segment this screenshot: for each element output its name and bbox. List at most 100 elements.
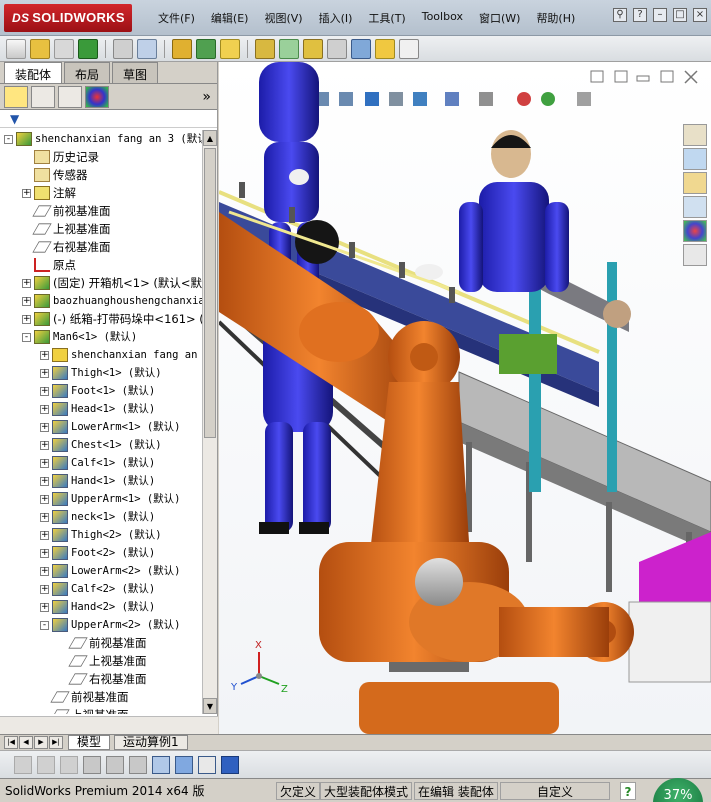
options-icon[interactable] (172, 38, 192, 59)
collapse-icon[interactable]: - (4, 134, 13, 144)
expand-icon[interactable]: + (40, 548, 49, 558)
tree-item[interactable]: + Thigh<2> (默认) (0, 526, 203, 544)
tree-item[interactable]: - UpperArm<2> (默认) (0, 616, 203, 634)
tree-item[interactable]: 前视基准面 (0, 688, 203, 706)
scroll-thumb[interactable] (204, 148, 216, 438)
drawing-icon[interactable] (279, 38, 299, 59)
tree-vertical-scrollbar[interactable]: ▲ ▼ (202, 130, 217, 714)
help-icon[interactable]: ? (633, 8, 647, 22)
open-icon[interactable] (30, 38, 50, 59)
paperclip-icon[interactable] (54, 38, 74, 59)
tree-item[interactable]: + UpperArm<1> (默认) (0, 490, 203, 508)
expand-icon[interactable]: + (22, 278, 31, 288)
tree-item[interactable]: 上视基准面 (0, 652, 203, 670)
wrench-icon[interactable] (327, 38, 347, 59)
tree-item[interactable]: + 注解 (0, 184, 203, 202)
adjust-icon[interactable] (129, 755, 147, 774)
menu-item-0[interactable]: 文件(F) (150, 8, 203, 28)
menu-item-4[interactable]: 工具(T) (360, 8, 413, 28)
help-status-icon[interactable]: ? (620, 782, 636, 800)
tree-item[interactable]: + shenchanxian fang an 3 (0, 346, 203, 364)
green-tool-icon[interactable] (196, 38, 216, 59)
expand-icon[interactable]: + (22, 188, 31, 198)
bottom-tab-1[interactable]: 运动算例1 (114, 735, 188, 750)
expand-icon[interactable]: + (22, 296, 31, 306)
tree-item[interactable]: 右视基准面 (0, 670, 203, 688)
box-view-icon[interactable] (175, 755, 193, 774)
pin-icon[interactable]: ⚲ (613, 8, 627, 22)
smart-fastener-icon[interactable] (303, 38, 323, 59)
panel-tab-0[interactable]: 装配体 (4, 62, 63, 83)
solidworks-logo[interactable]: DS SOLIDWORKS (4, 4, 132, 32)
list-icon[interactable] (83, 755, 101, 774)
sparkle-icon[interactable] (220, 38, 240, 59)
display-manager-icon[interactable] (85, 85, 109, 108)
expand-icon[interactable]: + (40, 458, 49, 468)
expand-icon[interactable]: + (40, 368, 49, 378)
gear-icon[interactable] (255, 38, 275, 59)
expand-icon[interactable]: + (40, 530, 49, 540)
tree-item[interactable]: + baozhuanghoushengchanxian< (0, 292, 203, 310)
configuration-manager-icon[interactable] (58, 85, 82, 108)
home-icon[interactable] (683, 124, 707, 146)
bottom-tab-0[interactable]: 模型 (68, 735, 111, 750)
tree-item[interactable]: 右视基准面 (0, 238, 203, 256)
view-icon[interactable] (137, 38, 157, 59)
table-view-icon[interactable] (198, 755, 216, 774)
save-icon[interactable] (221, 755, 239, 774)
design-library-icon[interactable] (683, 148, 707, 170)
viewport-window-controls[interactable] (590, 70, 698, 84)
tree-item[interactable]: + Foot<1> (默认) (0, 382, 203, 400)
tree-item[interactable]: 上视基准面 (0, 706, 203, 714)
filter-bar[interactable]: ▼ (0, 110, 217, 128)
tree-item[interactable]: + LowerArm<1> (默认) (0, 418, 203, 436)
expand-icon[interactable]: + (22, 314, 31, 324)
tree-item[interactable]: - Man6<1> (默认) (0, 328, 203, 346)
next-tab-icon[interactable]: ▶ (34, 736, 48, 749)
panel-expand-icon[interactable]: » (202, 89, 211, 105)
tree-item[interactable]: + Hand<2> (默认) (0, 598, 203, 616)
filter-icon[interactable]: ▼ (10, 112, 19, 126)
menu-item-2[interactable]: 视图(V) (256, 8, 310, 28)
file-explorer-icon[interactable] (683, 172, 707, 194)
expand-icon[interactable]: + (40, 476, 49, 486)
custom-properties-icon[interactable] (683, 244, 707, 266)
status-large-assembly[interactable]: 大型装配体模式 (320, 782, 413, 800)
expand-icon[interactable]: + (40, 440, 49, 450)
first-tab-icon[interactable]: |◀ (4, 736, 18, 749)
collapse-icon[interactable]: - (40, 620, 49, 630)
expand-icon[interactable]: + (40, 422, 49, 432)
close-icon[interactable]: × (693, 8, 707, 22)
panel-tab-1[interactable]: 布局 (64, 62, 111, 83)
mate-toolbar-icon[interactable] (78, 38, 98, 59)
menu-item-6[interactable]: 窗口(W) (471, 8, 528, 28)
tree-item[interactable]: + (-) 纸箱-打带码垛中<161> ( (0, 310, 203, 328)
minimize-icon[interactable]: – (653, 8, 667, 22)
appearances-icon[interactable] (683, 220, 707, 242)
graphics-area[interactable]: X Y Z (219, 62, 711, 734)
expand-icon[interactable]: + (40, 584, 49, 594)
sketch-icon[interactable] (14, 755, 32, 774)
restore-icon[interactable]: □ (673, 8, 687, 22)
menu-item-5[interactable]: Toolbox (414, 8, 471, 28)
expand-icon[interactable]: + (40, 566, 49, 576)
prev-tab-icon[interactable]: ◀ (19, 736, 33, 749)
heads-up-toolbar[interactable] (315, 92, 591, 106)
chart-view-icon[interactable] (152, 755, 170, 774)
tree-item[interactable]: + Chest<1> (默认) (0, 436, 203, 454)
tree-item[interactable]: + Calf<1> (默认) (0, 454, 203, 472)
tree-item[interactable]: + LowerArm<2> (默认) (0, 562, 203, 580)
view-palette-icon[interactable] (683, 196, 707, 218)
expand-icon[interactable]: + (40, 494, 49, 504)
menu-item-1[interactable]: 编辑(E) (203, 8, 257, 28)
tree-item[interactable]: + Thigh<1> (默认) (0, 364, 203, 382)
loop-icon[interactable] (60, 755, 78, 774)
tree-item[interactable]: + Hand<1> (默认) (0, 472, 203, 490)
menu-item-7[interactable]: 帮助(H) (528, 8, 583, 28)
property-manager-icon[interactable] (31, 85, 55, 108)
feature-manager-icon[interactable] (4, 85, 28, 108)
tree-item[interactable]: + Calf<2> (默认) (0, 580, 203, 598)
new-doc-icon[interactable] (6, 38, 26, 59)
expand-icon[interactable]: + (40, 350, 49, 360)
expand-icon[interactable]: + (40, 404, 49, 414)
